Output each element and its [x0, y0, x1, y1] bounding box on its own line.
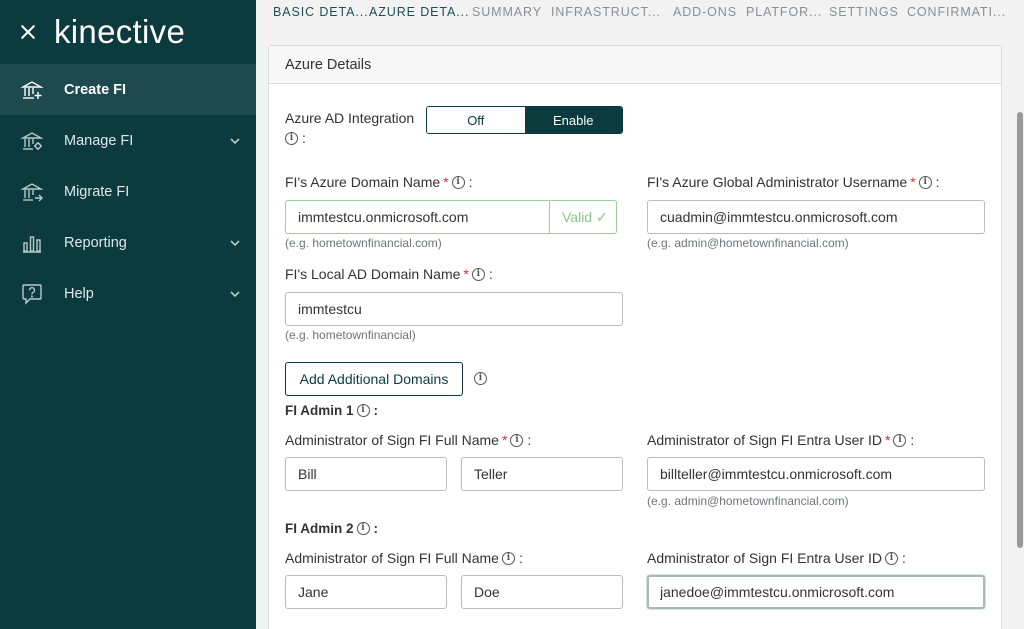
tab-add-ons[interactable]: ADD-ONS: [673, 5, 737, 19]
sidebar-item-create-fi[interactable]: Create FI: [0, 64, 256, 115]
chevron-down-icon: [230, 238, 240, 248]
azure-domain-label: FI's Azure Domain Name * i :: [285, 174, 473, 190]
help-icon: [20, 282, 44, 306]
bar-chart-icon: [20, 231, 44, 255]
logo: kinective: [54, 13, 186, 50]
fi-admin-1-title: FI Admin 1 i :: [285, 403, 379, 418]
sidebar-item-label: Create FI: [64, 81, 127, 98]
info-icon[interactable]: i: [471, 267, 485, 281]
tab-infrastructure[interactable]: INFRASTRUCT...: [551, 5, 661, 19]
info-icon[interactable]: i: [451, 175, 465, 189]
global-admin-hint: (e.g. admin@hometownfinancial.com): [647, 236, 849, 250]
chevron-down-icon: [230, 136, 240, 146]
sidebar-header: kinective: [0, 0, 256, 64]
colon: :: [518, 550, 523, 566]
main-content: BASIC DETA... AZURE DETA... SUMMARY INFR…: [256, 0, 1024, 629]
add-additional-domains-button[interactable]: Add Additional Domains: [285, 362, 463, 396]
info-icon[interactable]: i: [474, 372, 487, 385]
sidebar: kinective Create FI Manage FI Migrate FI…: [0, 0, 256, 629]
colon: :: [468, 174, 473, 190]
info-icon[interactable]: i: [510, 433, 524, 447]
tab-summary[interactable]: SUMMARY: [472, 5, 542, 19]
required-asterisk: *: [910, 174, 916, 190]
sidebar-item-label: Help: [64, 285, 94, 302]
colon: :: [901, 550, 906, 566]
required-asterisk: *: [463, 266, 469, 282]
admin2-name-label: Administrator of Sign FI Full Name i :: [285, 550, 523, 566]
sidebar-item-manage-fi[interactable]: Manage FI: [0, 115, 256, 166]
admin1-first-name-input[interactable]: [285, 457, 447, 491]
admin1-entra-hint: (e.g. admin@hometownfinancial.com): [647, 494, 849, 508]
azure-ad-toggle[interactable]: Off Enable: [426, 106, 623, 134]
scrollbar-thumb[interactable]: [1017, 112, 1023, 548]
tab-confirmation[interactable]: CONFIRMATI...: [907, 5, 1006, 19]
toggle-off-option[interactable]: Off: [427, 107, 525, 133]
local-ad-input[interactable]: [285, 292, 623, 326]
fi-admin-2-title: FI Admin 2 i :: [285, 521, 379, 536]
colon: :: [373, 403, 379, 418]
tab-platform[interactable]: PLATFOR...: [746, 5, 822, 19]
global-admin-input[interactable]: [647, 200, 985, 234]
toggle-enable-option[interactable]: Enable: [524, 107, 622, 133]
info-icon[interactable]: i: [501, 551, 515, 565]
tab-basic-details[interactable]: BASIC DETA...: [273, 5, 369, 19]
local-ad-hint: (e.g. hometownfinancial): [285, 328, 416, 342]
card-title: Azure Details: [269, 46, 1001, 84]
azure-domain-group: Valid ✓: [285, 200, 617, 234]
admin2-first-name-input[interactable]: [285, 575, 447, 609]
tab-settings[interactable]: SETTINGS: [829, 5, 899, 19]
azure-domain-input[interactable]: [285, 200, 549, 234]
bank-migrate-icon: [20, 180, 44, 204]
info-icon[interactable]: i: [884, 551, 898, 565]
sidebar-item-label: Migrate FI: [64, 183, 130, 200]
admin1-name-label: Administrator of Sign FI Full Name * i :: [285, 432, 532, 448]
azure-ad-label-suffix: i :: [285, 130, 306, 146]
sidebar-item-migrate-fi[interactable]: Migrate FI: [0, 166, 256, 217]
chevron-down-icon: [230, 289, 240, 299]
azure-domain-hint: (e.g. hometownfinancial.com): [285, 236, 442, 250]
admin2-entra-input[interactable]: [647, 575, 985, 609]
tab-azure-details[interactable]: AZURE DETA...: [369, 5, 469, 19]
info-icon[interactable]: i: [356, 404, 370, 417]
sidebar-item-label: Manage FI: [64, 132, 134, 149]
colon: :: [527, 432, 532, 448]
info-icon[interactable]: i: [893, 433, 907, 447]
scrollbar-track[interactable]: [1016, 0, 1024, 629]
azure-ad-label: Azure AD Integration: [285, 110, 415, 126]
valid-badge: Valid ✓: [549, 200, 617, 234]
sidebar-item-help[interactable]: Help: [0, 268, 256, 319]
sidebar-item-label: Reporting: [64, 234, 127, 251]
colon: :: [910, 432, 915, 448]
sidebar-item-reporting[interactable]: Reporting: [0, 217, 256, 268]
colon: :: [373, 521, 379, 536]
bank-add-icon: [20, 78, 44, 102]
bank-settings-icon: [20, 129, 44, 153]
colon: :: [935, 174, 940, 190]
azure-details-card: Azure Details Azure AD Integration i : O…: [268, 45, 1002, 629]
info-icon[interactable]: i: [285, 131, 298, 145]
info-icon[interactable]: i: [356, 522, 370, 535]
required-asterisk: *: [501, 432, 508, 448]
admin2-last-name-input[interactable]: [461, 575, 623, 609]
global-admin-label: FI's Azure Global Administrator Username…: [647, 174, 940, 190]
admin1-last-name-input[interactable]: [461, 457, 623, 491]
admin1-entra-input[interactable]: [647, 457, 985, 491]
admin2-entra-label: Administrator of Sign FI Entra User ID i…: [647, 550, 906, 566]
required-asterisk: *: [443, 174, 449, 190]
colon: :: [488, 266, 493, 282]
required-asterisk: *: [884, 432, 891, 448]
wizard-tabs: BASIC DETA... AZURE DETA... SUMMARY INFR…: [256, 0, 1016, 26]
local-ad-label: FI's Local AD Domain Name * i :: [285, 266, 493, 282]
close-icon[interactable]: [18, 22, 38, 42]
info-icon[interactable]: i: [918, 175, 932, 189]
admin1-entra-label: Administrator of Sign FI Entra User ID *…: [647, 432, 915, 448]
